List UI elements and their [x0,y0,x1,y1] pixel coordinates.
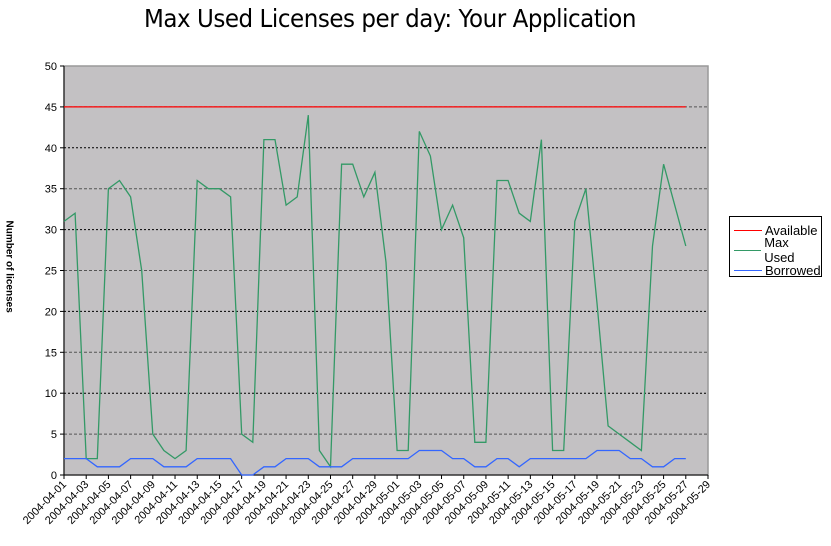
y-tick-label: 35 [45,184,57,196]
legend-item-max-used: Max Used [730,235,821,265]
legend: Available Max Used Borrowed [729,216,822,280]
y-tick-label: 5 [51,429,57,441]
y-tick-label: 15 [45,347,57,359]
y-tick-label: 45 [45,102,57,114]
y-tick-label: 40 [45,143,57,155]
legend-label: Max Used [764,235,795,265]
y-tick-label: 25 [45,266,57,278]
legend-label: Borrowed [765,262,821,278]
y-tick-label: 20 [45,306,57,318]
y-tick-label: 30 [45,225,57,237]
legend-item-borrowed: Borrowed [730,260,821,280]
legend-swatch [734,249,762,251]
y-tick-label: 0 [51,470,57,482]
y-tick-label: 10 [45,388,57,400]
y-axis: 0 5 10 15 20 25 30 35 40 45 50 [45,61,65,482]
line-chart: 0 5 10 15 20 25 30 35 40 45 50 2004-04-012004-04-0… [21,61,713,527]
legend-swatch [734,229,762,231]
y-tick-label: 50 [45,61,57,73]
legend-swatch [734,269,762,271]
x-axis: 2004-04-012004-04-032004-04-052004-04-07… [21,474,713,527]
